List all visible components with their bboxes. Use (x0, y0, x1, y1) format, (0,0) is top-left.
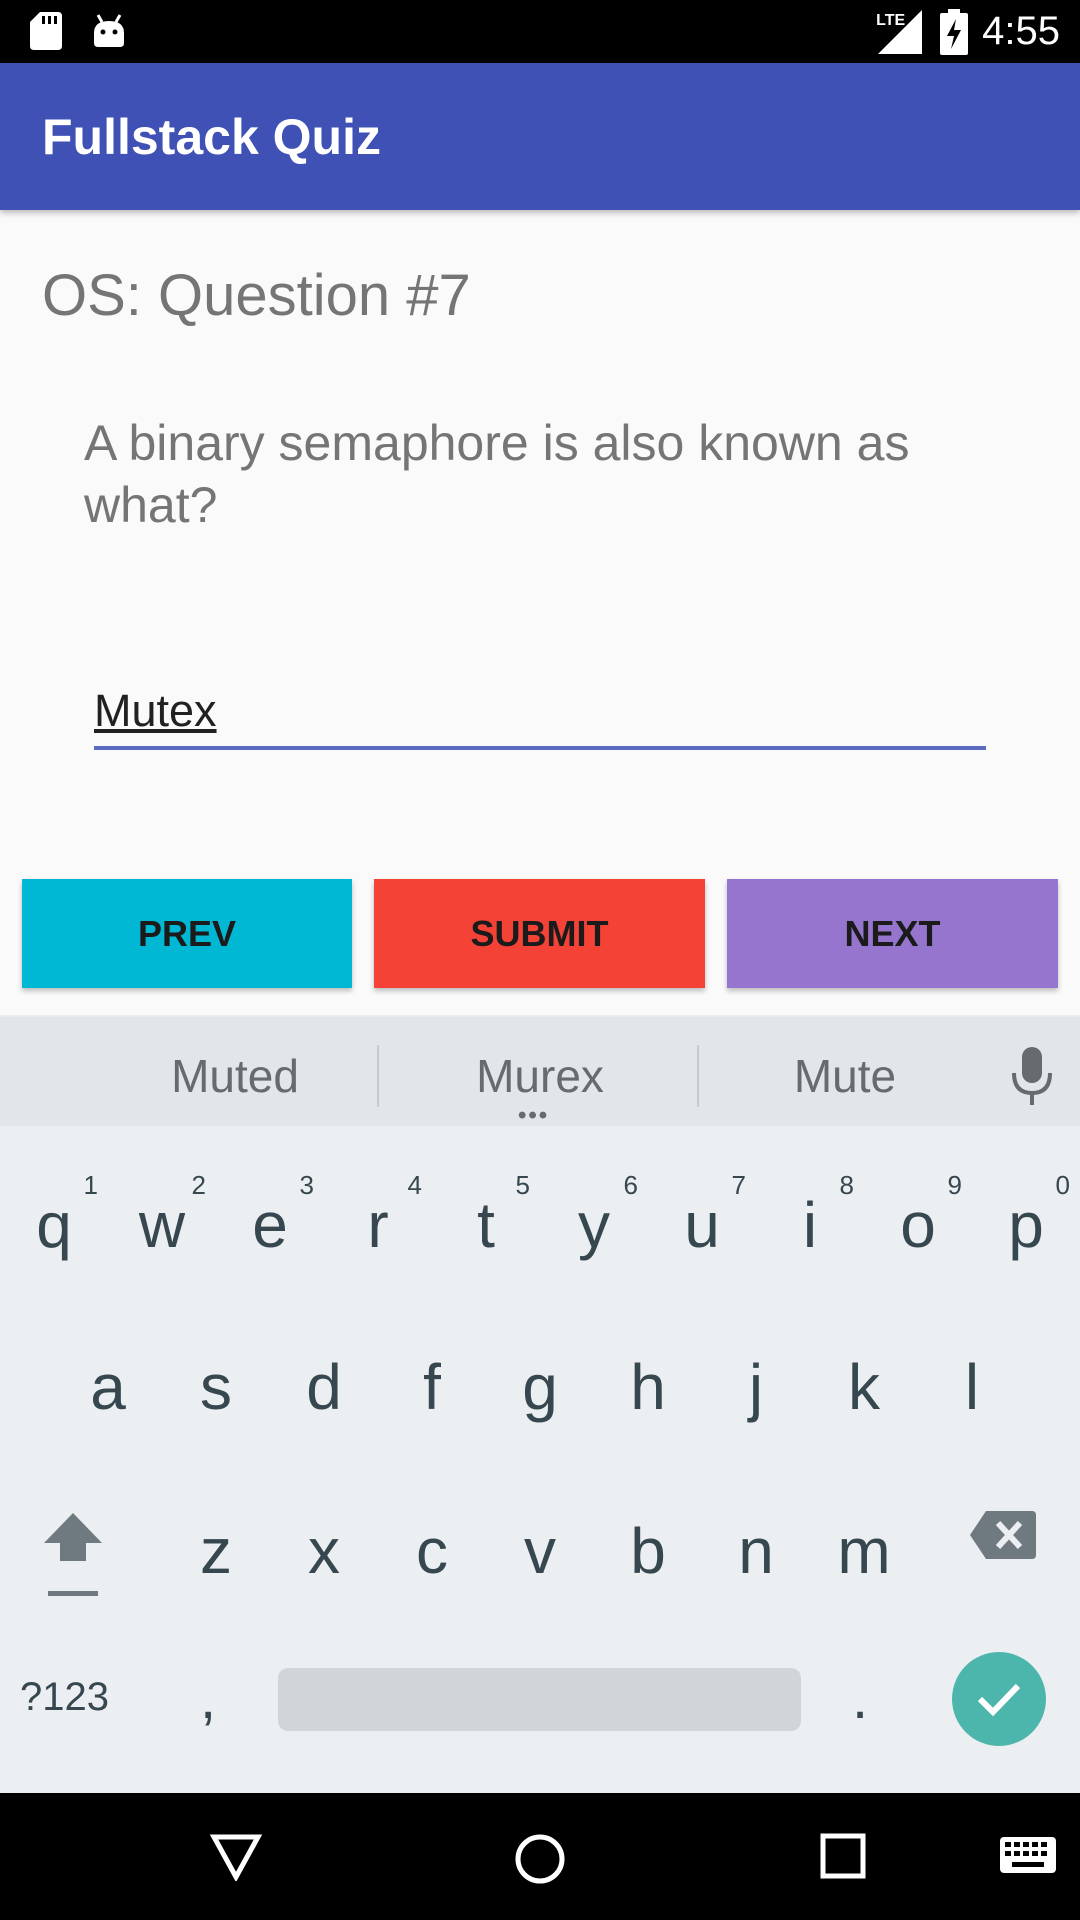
key-m[interactable]: m (810, 1476, 918, 1626)
submit-button[interactable]: SUBMIT (374, 879, 705, 988)
comma-key[interactable]: , (200, 1665, 216, 1732)
next-button[interactable]: NEXT (727, 879, 1058, 988)
key-u[interactable]: u7 (648, 1150, 756, 1300)
key-l[interactable]: l (918, 1312, 1026, 1462)
microphone-icon[interactable] (1010, 1047, 1054, 1107)
status-bar: LTE 4:55 (0, 0, 1080, 63)
battery-charging-icon (940, 8, 969, 55)
status-time: 4:55 (982, 9, 1060, 53)
key-label: f (423, 1351, 441, 1423)
soft-keyboard: Muted Murex Mute ••• q1w2e3r4t5y6u7i8o9p… (0, 1015, 1080, 1793)
key-g[interactable]: g (486, 1312, 594, 1462)
key-number-hint: 2 (191, 1170, 206, 1200)
shift-icon[interactable] (42, 1511, 104, 1597)
key-number-hint: 6 (623, 1170, 638, 1200)
key-j[interactable]: j (702, 1312, 810, 1462)
key-p[interactable]: p0 (972, 1150, 1080, 1300)
recents-icon[interactable] (820, 1833, 866, 1879)
keyboard-switch-icon[interactable] (1000, 1837, 1056, 1873)
key-a[interactable]: a (54, 1312, 162, 1462)
key-label: k (848, 1351, 880, 1423)
app-bar: Fullstack Quiz (0, 63, 1080, 210)
key-i[interactable]: i8 (756, 1150, 864, 1300)
key-label: d (306, 1351, 342, 1423)
key-t[interactable]: t5 (432, 1150, 540, 1300)
suggestion-divider (377, 1045, 379, 1107)
key-f[interactable]: f (378, 1312, 486, 1462)
lte-signal-icon: LTE (874, 6, 926, 58)
key-number-hint: 9 (947, 1170, 962, 1200)
suggestion-strip: Muted Murex Mute ••• (0, 1015, 1080, 1129)
key-k[interactable]: k (810, 1312, 918, 1462)
app-title: Fullstack Quiz (42, 109, 381, 165)
key-v[interactable]: v (486, 1476, 594, 1626)
key-r[interactable]: r4 (324, 1150, 432, 1300)
key-q[interactable]: q1 (0, 1150, 108, 1300)
suggestion-item[interactable]: Muted (120, 1049, 350, 1103)
suggestion-item[interactable]: Mute (730, 1049, 960, 1103)
key-label: h (630, 1351, 666, 1423)
key-y[interactable]: y6 (540, 1150, 648, 1300)
key-n[interactable]: n (702, 1476, 810, 1626)
key-label: m (837, 1515, 891, 1587)
period-key[interactable]: . (852, 1665, 868, 1732)
key-label: b (630, 1515, 666, 1587)
android-icon (94, 14, 124, 47)
back-icon[interactable] (210, 1833, 262, 1881)
key-b[interactable]: b (594, 1476, 702, 1626)
key-number-hint: 4 (407, 1170, 422, 1200)
backspace-icon[interactable] (970, 1511, 1036, 1559)
key-h[interactable]: h (594, 1312, 702, 1462)
enter-button[interactable] (952, 1652, 1046, 1746)
key-c[interactable]: c (378, 1476, 486, 1626)
key-number-hint: 7 (731, 1170, 746, 1200)
symbols-key[interactable]: ?123 (20, 1675, 109, 1720)
key-e[interactable]: e3 (216, 1150, 324, 1300)
answer-input[interactable] (94, 682, 986, 750)
key-label: z (200, 1515, 232, 1587)
prev-button[interactable]: PREV (22, 879, 352, 988)
navigation-bar (0, 1793, 1080, 1920)
key-label: j (748, 1351, 764, 1423)
key-number-hint: 1 (83, 1170, 98, 1200)
key-s[interactable]: s (162, 1312, 270, 1462)
key-o[interactable]: o9 (864, 1150, 972, 1300)
question-heading: OS: Question #7 (42, 263, 471, 328)
key-number-hint: 5 (515, 1170, 530, 1200)
sd-card-icon (30, 12, 62, 50)
key-label: n (738, 1515, 774, 1587)
suggestion-item[interactable]: Murex (400, 1049, 680, 1103)
key-number-hint: 8 (839, 1170, 854, 1200)
suggestion-divider (697, 1045, 699, 1107)
key-z[interactable]: z (162, 1476, 270, 1626)
spacebar[interactable] (278, 1668, 801, 1731)
key-number-hint: 0 (1055, 1170, 1070, 1200)
key-label: x (308, 1515, 340, 1587)
key-label: v (524, 1515, 556, 1587)
key-label: s (200, 1351, 232, 1423)
check-icon (977, 1683, 1021, 1717)
key-label: c (416, 1515, 448, 1587)
key-number-hint: 3 (299, 1170, 314, 1200)
key-d[interactable]: d (270, 1312, 378, 1462)
key-label: g (522, 1351, 558, 1423)
home-icon[interactable] (514, 1833, 566, 1885)
key-label: l (964, 1351, 980, 1423)
key-w[interactable]: w2 (108, 1150, 216, 1300)
key-label: a (90, 1351, 126, 1423)
more-suggestions-indicator: ••• (518, 1102, 550, 1129)
question-text: A binary semaphore is also known as what… (84, 415, 910, 533)
key-x[interactable]: x (270, 1476, 378, 1626)
